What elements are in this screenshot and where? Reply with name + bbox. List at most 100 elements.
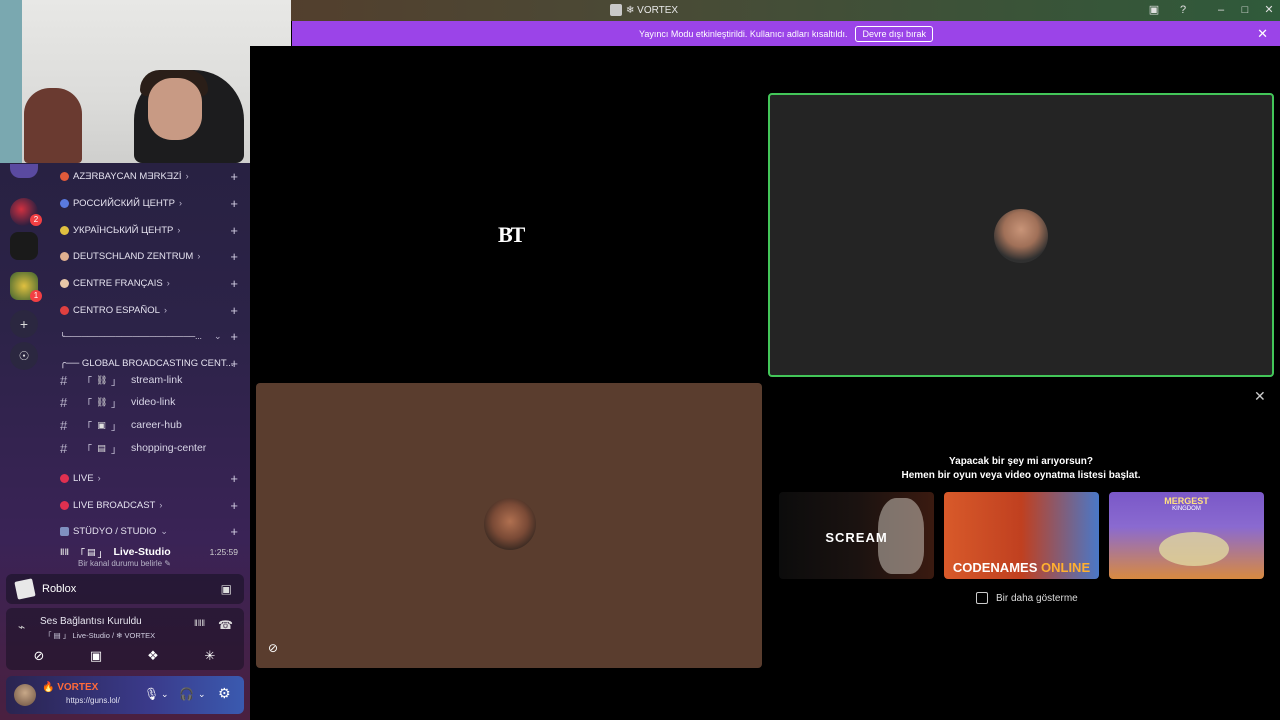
activity-button[interactable]: ❖ bbox=[128, 646, 178, 666]
add-channel-icon[interactable]: + bbox=[230, 303, 238, 318]
category-russian[interactable]: РОССИЙСКИЙ ЦЕНТР › + bbox=[60, 193, 250, 213]
headphones-icon[interactable]: 🎧 bbox=[179, 687, 194, 701]
channel-video-link[interactable]: # 「 ⛓ 」 video-link bbox=[60, 392, 250, 412]
voice-icon: ‖‖ bbox=[60, 547, 69, 557]
microphone-icon[interactable]: 🎙 bbox=[144, 687, 159, 701]
add-channel-icon[interactable]: + bbox=[230, 196, 238, 211]
screen-share-icon[interactable]: ▣ bbox=[221, 582, 232, 596]
hash-icon: # bbox=[60, 394, 68, 410]
activity-name: Roblox bbox=[42, 583, 77, 595]
add-server-icon[interactable]: + bbox=[10, 310, 38, 338]
link-icon: ⛓ bbox=[96, 375, 108, 385]
add-channel-icon[interactable]: + bbox=[230, 471, 238, 486]
mention-badge: 2 bbox=[30, 214, 42, 226]
studio-icon bbox=[60, 526, 69, 536]
screen-share-button[interactable]: ▣ bbox=[71, 646, 121, 666]
channel-career-hub[interactable]: # 「 ▣ 」 career-hub bbox=[60, 415, 250, 435]
category-german[interactable]: DEUTSCHLAND ZENTRUM › + bbox=[60, 246, 250, 266]
bracket: 」 bbox=[111, 421, 121, 433]
category-azerbaijan[interactable]: AZƎRBAYCAN MƎRKƎZİ › + bbox=[60, 166, 250, 186]
add-channel-icon[interactable]: + bbox=[230, 329, 238, 344]
category-spanish[interactable]: CENTRO ESPAÑOL › + bbox=[60, 300, 250, 320]
username[interactable]: 🔥 VORTEX bbox=[42, 682, 98, 693]
game-card-scream[interactable]: SCREAM bbox=[779, 492, 934, 579]
channel-shopping-center[interactable]: # 「 ▤ 」 shopping-center bbox=[60, 438, 250, 458]
chevron-right-icon: › bbox=[197, 251, 201, 261]
dont-show-label: Bir daha gösterme bbox=[996, 592, 1078, 604]
help-icon[interactable]: ? bbox=[1175, 3, 1191, 17]
chevron-down-icon: ⌄ bbox=[214, 330, 222, 341]
category-french[interactable]: CENTRE FRANÇAIS › + bbox=[60, 273, 250, 293]
add-channel-icon[interactable]: + bbox=[230, 276, 238, 291]
discover-icon[interactable]: ☉ bbox=[10, 342, 38, 370]
bracket: 」 bbox=[111, 444, 121, 456]
disconnect-icon[interactable]: ☎ bbox=[218, 618, 233, 632]
add-channel-icon[interactable]: + bbox=[230, 169, 238, 184]
checkbox[interactable] bbox=[976, 592, 988, 604]
chevron-down-icon: ⌄ bbox=[160, 525, 168, 536]
chevron-right-icon: › bbox=[185, 171, 189, 181]
guild-list: 2 1 + ☉ bbox=[0, 160, 48, 580]
channel-name: shopping-center bbox=[131, 442, 207, 454]
close-window-button[interactable]: ✕ bbox=[1261, 3, 1277, 17]
minimize-button[interactable]: – bbox=[1213, 3, 1229, 17]
bracket: 「 bbox=[82, 376, 92, 388]
gear-icon[interactable]: ⚙ bbox=[218, 685, 231, 702]
category-live[interactable]: LIVE › + bbox=[60, 468, 250, 488]
channel-stream-link[interactable]: # 「 ⛓ 」 stream-link bbox=[60, 370, 250, 390]
category-label: STÜDYO / STUDIO bbox=[73, 525, 157, 537]
category-studio[interactable]: STÜDYO / STUDIO ⌄ + bbox=[60, 521, 250, 541]
disable-streamer-mode-button[interactable]: Devre dışı bırak bbox=[855, 25, 933, 42]
participant-tile-speaking[interactable] bbox=[768, 93, 1274, 377]
server-icon bbox=[610, 4, 622, 16]
channel-status[interactable]: Bir kanal durumu belirle ✎ bbox=[78, 559, 171, 568]
category-label: РОССИЙСКИЙ ЦЕНТР bbox=[73, 197, 175, 209]
category-ukrainian[interactable]: УКРАЇНСЬКИЙ ЦЕНТР › + bbox=[60, 220, 250, 240]
avatar[interactable] bbox=[14, 684, 36, 706]
camera-off-icon[interactable]: ⊘ bbox=[14, 646, 64, 666]
category-live-broadcast[interactable]: LIVE BROADCAST › + bbox=[60, 495, 250, 515]
category-divider[interactable]: ╰───────────────────────... ⌄ + bbox=[60, 326, 250, 346]
add-channel-icon[interactable]: + bbox=[230, 223, 238, 238]
category-label: УКРАЇНСЬКИЙ ЦЕНТР bbox=[73, 224, 174, 236]
bracket: 」 bbox=[97, 548, 108, 560]
chevron-down-icon[interactable]: ⌄ bbox=[161, 689, 169, 700]
guild-icon[interactable] bbox=[10, 164, 38, 178]
store-icon: ▤ bbox=[97, 443, 106, 453]
participant-tile[interactable]: BT bbox=[256, 92, 762, 376]
hash-icon: # bbox=[60, 372, 68, 388]
activity-panel[interactable]: Roblox ▣ bbox=[6, 574, 244, 604]
signal-icon[interactable]: ⌁ bbox=[18, 620, 25, 634]
add-channel-icon[interactable]: + bbox=[230, 498, 238, 513]
bracket: 」 bbox=[111, 398, 121, 410]
add-channel-icon[interactable]: + bbox=[230, 524, 238, 539]
inbox-icon[interactable]: ▣ bbox=[1146, 3, 1162, 17]
close-icon[interactable]: ✕ bbox=[1257, 26, 1268, 42]
voice-connected-subtitle[interactable]: 「 ▤ 」 Live-Studio / ❄ VORTEX bbox=[44, 630, 155, 641]
category-label: LIVE bbox=[73, 472, 94, 484]
close-icon[interactable]: ✕ bbox=[1254, 388, 1266, 405]
soundboard-button[interactable]: ✳ bbox=[185, 646, 235, 666]
guild-icon[interactable] bbox=[10, 232, 38, 260]
studio-icon: ▤ bbox=[86, 546, 96, 557]
dont-show-again[interactable]: Bir daha gösterme bbox=[976, 592, 1078, 604]
maximize-button[interactable]: □ bbox=[1237, 3, 1253, 17]
hash-icon: # bbox=[60, 440, 68, 456]
game-title-part: ONLINE bbox=[1041, 560, 1091, 575]
category-label: CENTRE FRANÇAIS bbox=[73, 277, 163, 289]
streamer-mode-banner: Yayıncı Modu etkinleştirildi. Kullanıcı … bbox=[292, 21, 1280, 46]
game-card-mergest-kingdom[interactable]: MERGEST KINGDOM bbox=[1109, 492, 1264, 579]
category-icon bbox=[60, 225, 69, 235]
add-channel-icon[interactable]: + bbox=[230, 356, 238, 371]
game-card-codenames[interactable]: CODENAMES ONLINE bbox=[944, 492, 1099, 579]
add-channel-icon[interactable]: + bbox=[230, 249, 238, 264]
voice-connected-title[interactable]: Ses Bağlantısı Kuruldu bbox=[40, 616, 142, 627]
participant-tile[interactable]: ⊘ bbox=[256, 383, 762, 668]
chevron-down-icon[interactable]: ⌄ bbox=[198, 689, 206, 700]
noise-suppression-icon[interactable]: ‖‖‖ bbox=[194, 618, 205, 628]
suggestion-heading: Yapacak bir şey mi arıyorsun? bbox=[949, 456, 1093, 467]
game-artwork bbox=[1159, 532, 1229, 566]
category-icon bbox=[60, 305, 69, 315]
live-dot-icon bbox=[60, 473, 69, 483]
window-title-text: ❄ VORTEX bbox=[626, 4, 679, 16]
